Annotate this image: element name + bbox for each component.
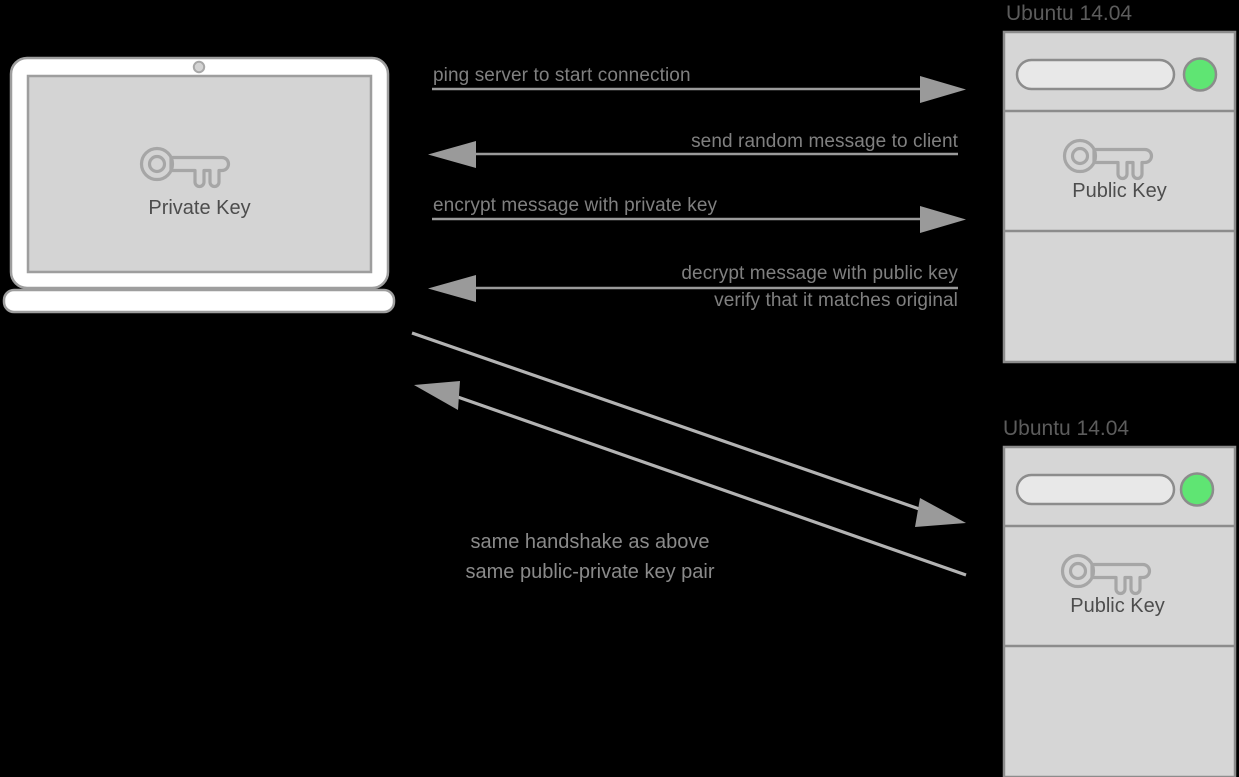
message-label-decrypt-line1: decrypt message with public key	[681, 263, 958, 284]
client-key-label: Private Key	[148, 197, 251, 219]
server-1-title: Ubuntu 14.04	[1006, 2, 1133, 25]
server-2-title: Ubuntu 14.04	[1003, 417, 1130, 440]
message-label-decrypt-line2: verify that it matches original	[714, 290, 958, 311]
webcam-dot-icon	[192, 60, 206, 74]
message-label-random: send random message to client	[691, 131, 958, 152]
diagram-vector-layer	[2, 30, 1237, 777]
bottom-note-line2: same public-private key pair	[465, 561, 715, 583]
diagram-canvas: Private Key Ubuntu 14.04 Ubuntu 14.04 Pu…	[0, 0, 1239, 777]
optical-drive-slot	[1015, 58, 1176, 91]
laptop-base	[2, 288, 396, 314]
arrow-diagonal-client-to-server2	[411, 331, 966, 527]
message-label-ping: ping server to start connection	[433, 65, 691, 86]
message-label-encrypt: encrypt message with private key	[433, 195, 718, 216]
client-laptop	[2, 56, 396, 314]
server-2-key-label: Public Key	[1070, 595, 1165, 617]
bottom-note-line1: same handshake as above	[470, 531, 710, 553]
status-led-icon	[1182, 57, 1218, 92]
status-led-icon	[1179, 472, 1215, 507]
server-1-key-label: Public Key	[1072, 180, 1167, 202]
optical-drive-slot	[1015, 473, 1176, 506]
laptop-screen	[26, 74, 373, 274]
